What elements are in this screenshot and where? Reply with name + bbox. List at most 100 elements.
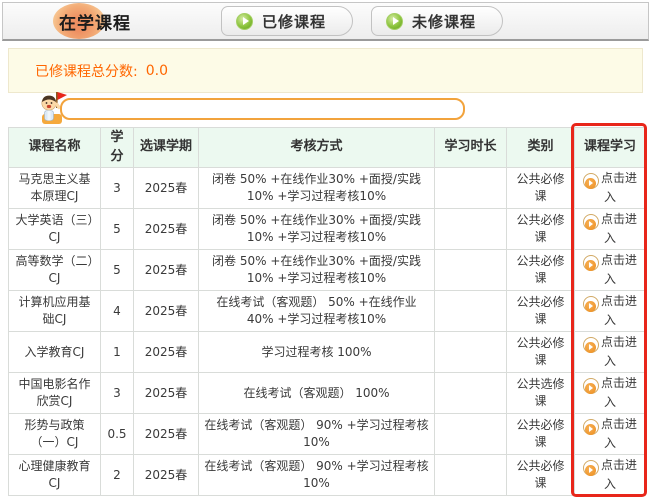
course-category: 公共选修课 [507, 373, 575, 414]
course-term: 2025春 [134, 414, 199, 455]
table-row: 入学教育CJ 1 2025春 学习过程考核 100% 公共必修课 点击进入 [9, 332, 646, 373]
column-header-course-name: 课程名称 [9, 128, 101, 168]
course-credit: 0.5 [101, 414, 134, 455]
course-enter-cell: 点击进入 [575, 373, 646, 414]
enter-course-label: 点击进入 [601, 417, 637, 450]
table-row: 计算机应用基础CJ 4 2025春 在线考试（客观题） 50% +在线作业40%… [9, 291, 646, 332]
course-duration [435, 250, 507, 291]
enter-course-link[interactable]: 点击进入 [583, 417, 637, 450]
table-row: 形势与政策（一）CJ 0.5 2025春 在线考试（客观题） 90% +学习过程… [9, 414, 646, 455]
enter-course-label: 点击进入 [601, 294, 637, 327]
enter-course-label: 点击进入 [601, 171, 637, 204]
course-assessment: 在线考试（客观题） 100% [199, 373, 435, 414]
course-credit: 3 [101, 373, 134, 414]
active-tab-label: 在学课程 [59, 14, 131, 34]
enter-course-link[interactable]: 点击进入 [583, 212, 637, 245]
enter-course-link[interactable]: 点击进入 [583, 335, 637, 368]
enter-course-label: 点击进入 [601, 376, 637, 409]
course-category: 公共必修课 [507, 455, 575, 496]
course-duration [435, 373, 507, 414]
column-header-assessment: 考核方式 [199, 128, 435, 168]
enter-course-label: 点击进入 [601, 335, 637, 368]
course-assessment: 闭卷 50% +在线作业30% +面授/实践10% +学习过程考核10% [199, 168, 435, 209]
enter-course-link[interactable]: 点击进入 [583, 376, 637, 409]
course-duration [435, 332, 507, 373]
progress-bar [60, 98, 465, 120]
course-category: 公共必修课 [507, 291, 575, 332]
course-credit: 2 [101, 455, 134, 496]
course-duration [435, 168, 507, 209]
table-row: 高等数学（二）CJ 5 2025春 闭卷 50% +在线作业30% +面授/实践… [9, 250, 646, 291]
course-assessment: 在线考试（客观题） 90% +学习过程考核10% [199, 414, 435, 455]
column-header-category: 类别 [507, 128, 575, 168]
table-row: 马克思主义基本原理CJ 3 2025春 闭卷 50% +在线作业30% +面授/… [9, 168, 646, 209]
course-category: 公共必修课 [507, 250, 575, 291]
course-term: 2025春 [134, 250, 199, 291]
play-icon [583, 214, 599, 230]
play-icon [386, 13, 403, 30]
course-assessment: 在线考试（客观题） 50% +在线作业40% +学习过程考核10% [199, 291, 435, 332]
course-term: 2025春 [134, 168, 199, 209]
play-icon [583, 378, 599, 394]
course-term: 2025春 [134, 209, 199, 250]
score-label: 已修课程总分数: [35, 61, 138, 81]
course-name: 中国电影名作欣赏CJ [9, 373, 101, 414]
course-name: 心理健康教育CJ [9, 455, 101, 496]
course-enter-cell: 点击进入 [575, 455, 646, 496]
course-enter-cell: 点击进入 [575, 168, 646, 209]
play-icon [236, 13, 253, 30]
course-term: 2025春 [134, 373, 199, 414]
course-enter-cell: 点击进入 [575, 414, 646, 455]
tab-completed-courses[interactable]: 已修课程 [221, 6, 353, 36]
score-summary-box: 已修课程总分数: 0.0 [8, 48, 643, 93]
table-row: 大学英语（三）CJ 5 2025春 闭卷 50% +在线作业30% +面授/实践… [9, 209, 646, 250]
course-credit: 1 [101, 332, 134, 373]
course-credit: 5 [101, 250, 134, 291]
column-header-credits: 学分 [101, 128, 134, 168]
course-term: 2025春 [134, 291, 199, 332]
course-credit: 5 [101, 209, 134, 250]
play-icon [583, 419, 599, 435]
mascot-progress-row [8, 90, 643, 125]
tab-untaken-courses[interactable]: 未修课程 [371, 6, 503, 36]
course-enter-cell: 点击进入 [575, 291, 646, 332]
course-enter-cell: 点击进入 [575, 250, 646, 291]
enter-course-label: 点击进入 [601, 458, 637, 491]
tab-untaken-label: 未修课程 [412, 11, 476, 32]
course-page: 在学课程 已修课程 未修课程 已修课程总分数: 0.0 [0, 0, 651, 498]
enter-course-label: 点击进入 [601, 253, 637, 286]
enter-course-link[interactable]: 点击进入 [583, 458, 637, 491]
course-assessment: 学习过程考核 100% [199, 332, 435, 373]
play-icon [583, 460, 599, 476]
table-row: 中国电影名作欣赏CJ 3 2025春 在线考试（客观题） 100% 公共选修课 … [9, 373, 646, 414]
course-credit: 3 [101, 168, 134, 209]
play-icon [583, 255, 599, 271]
tab-completed-label: 已修课程 [262, 11, 326, 32]
course-category: 公共必修课 [507, 414, 575, 455]
course-duration [435, 414, 507, 455]
enter-course-link[interactable]: 点击进入 [583, 294, 637, 327]
course-table-body: 马克思主义基本原理CJ 3 2025春 闭卷 50% +在线作业30% +面授/… [9, 168, 646, 496]
course-name: 高等数学（二）CJ [9, 250, 101, 291]
course-assessment: 在线考试（客观题） 90% +学习过程考核10% [199, 455, 435, 496]
enter-course-label: 点击进入 [601, 212, 637, 245]
column-header-term: 选课学期 [134, 128, 199, 168]
enter-course-link[interactable]: 点击进入 [583, 253, 637, 286]
play-icon [583, 173, 599, 189]
course-duration [435, 455, 507, 496]
course-assessment: 闭卷 50% +在线作业30% +面授/实践10% +学习过程考核10% [199, 250, 435, 291]
table-row: 心理健康教育CJ 2 2025春 在线考试（客观题） 90% +学习过程考核10… [9, 455, 646, 496]
course-category: 公共必修课 [507, 168, 575, 209]
course-table: 课程名称 学分 选课学期 考核方式 学习时长 类别 课程学习 马克思主义基本原理… [8, 127, 646, 496]
column-header-duration: 学习时长 [435, 128, 507, 168]
course-category: 公共必修课 [507, 209, 575, 250]
course-category: 公共必修课 [507, 332, 575, 373]
course-name: 形势与政策（一）CJ [9, 414, 101, 455]
course-name: 计算机应用基础CJ [9, 291, 101, 332]
table-header-row: 课程名称 学分 选课学期 考核方式 学习时长 类别 课程学习 [9, 128, 646, 168]
enter-course-link[interactable]: 点击进入 [583, 171, 637, 204]
course-assessment: 闭卷 50% +在线作业30% +面授/实践10% +学习过程考核10% [199, 209, 435, 250]
tab-current-courses[interactable]: 在学课程 [51, 5, 139, 38]
course-name: 入学教育CJ [9, 332, 101, 373]
course-term: 2025春 [134, 455, 199, 496]
